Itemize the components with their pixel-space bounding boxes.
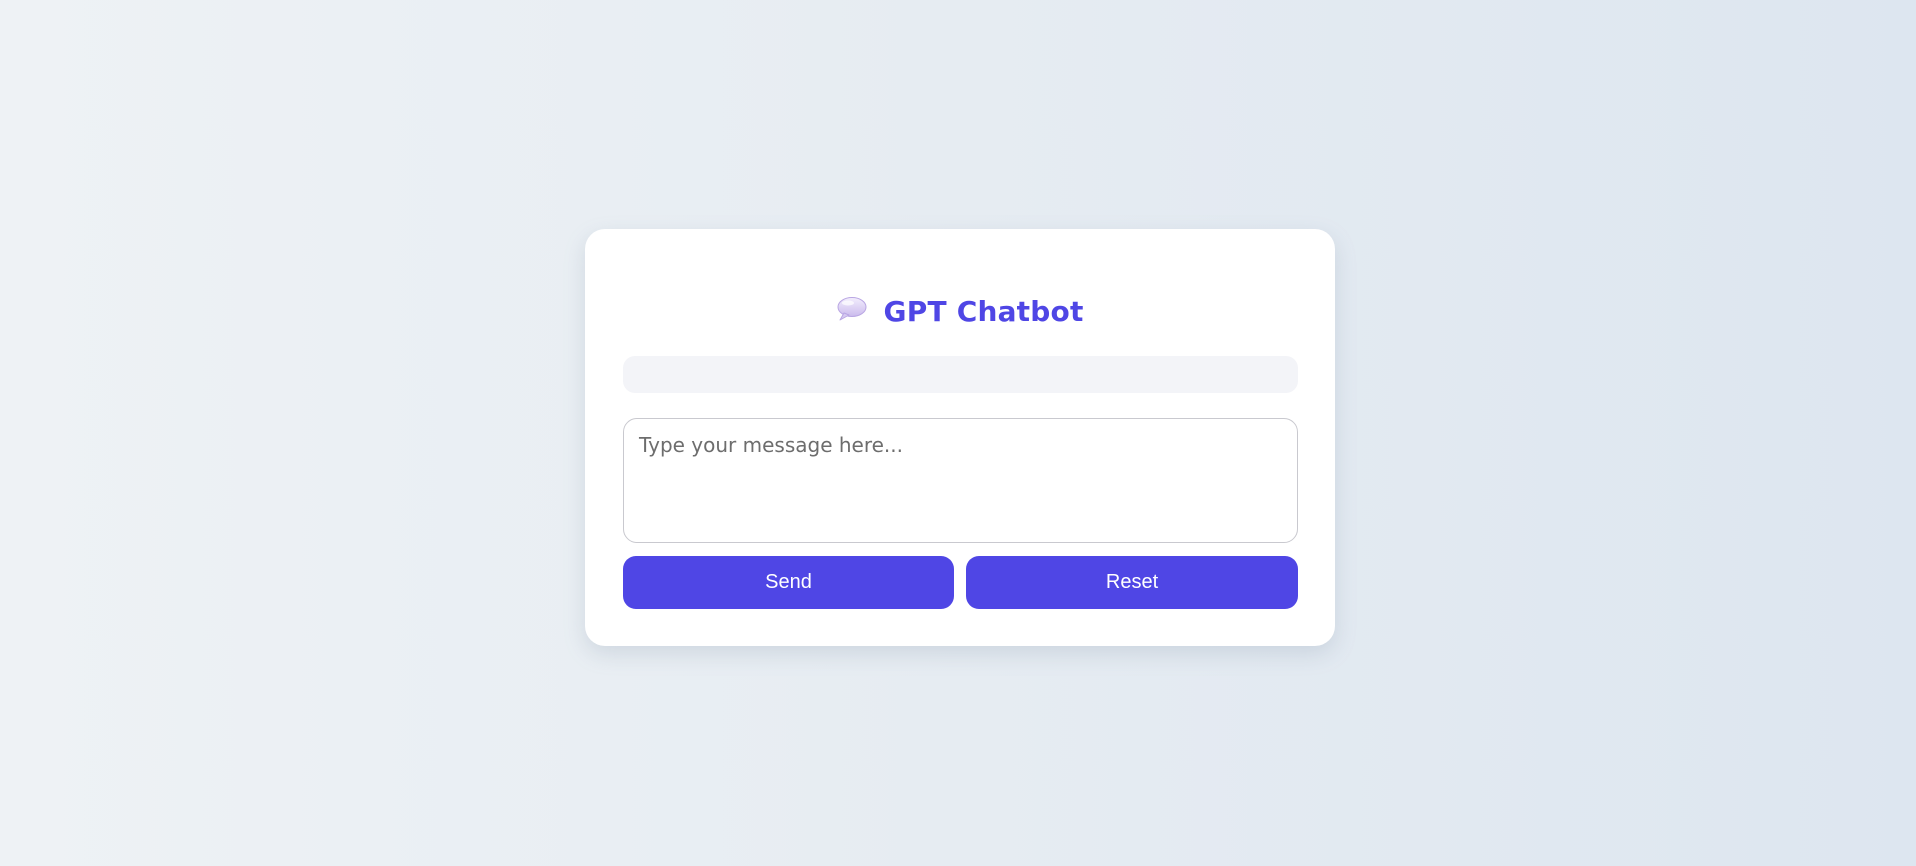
message-input[interactable] <box>623 418 1298 543</box>
chat-log <box>623 356 1298 393</box>
chatbot-card: GPT Chatbot Send Reset <box>585 229 1335 646</box>
speech-bubble-icon <box>836 295 868 323</box>
header: GPT Chatbot <box>585 291 1335 331</box>
page-background: { "app": { "title": "GPT Chatbot", "titl… <box>0 0 1916 866</box>
page-title: GPT Chatbot <box>883 294 1084 328</box>
reset-button[interactable]: Reset <box>966 556 1298 609</box>
send-button[interactable]: Send <box>623 556 954 609</box>
